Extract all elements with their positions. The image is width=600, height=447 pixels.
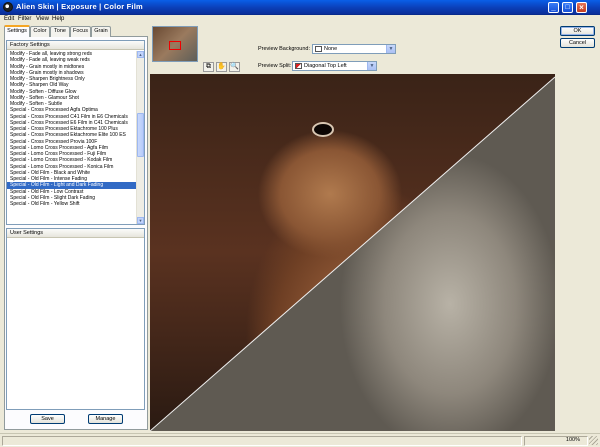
ok-button[interactable]: OK xyxy=(560,26,595,36)
menu-view[interactable]: View xyxy=(36,16,49,22)
maximize-button[interactable]: □ xyxy=(562,2,573,13)
squirrel-eye xyxy=(312,122,334,137)
split-diagonal-icon xyxy=(295,63,302,69)
minimize-button[interactable]: _ xyxy=(548,2,559,13)
preview-split-value: Diagonal Top Left xyxy=(304,63,347,69)
zoom-level: 100% xyxy=(565,437,580,443)
cancel-button[interactable]: Cancel xyxy=(560,38,595,48)
compare-tool-icon[interactable]: ⧉ xyxy=(203,62,214,72)
menu-filter[interactable]: Filter xyxy=(18,16,31,22)
scroll-up-icon[interactable]: ▲ xyxy=(137,51,144,58)
tab-grain[interactable]: Grain xyxy=(91,26,111,37)
user-settings-header: User Settings xyxy=(7,229,144,238)
preview-background-label: Preview Background: xyxy=(258,46,310,52)
tab-color[interactable]: Color xyxy=(30,26,50,37)
chevron-down-icon[interactable]: ▼ xyxy=(386,45,395,53)
close-button[interactable]: × xyxy=(576,2,587,13)
preview-split-select[interactable]: Diagonal Top Left ▼ xyxy=(292,61,377,71)
split-divider-line xyxy=(150,76,555,431)
navigator-viewport-rect[interactable] xyxy=(169,41,181,50)
tab-tone[interactable]: Tone xyxy=(50,26,70,37)
scroll-down-icon[interactable]: ▼ xyxy=(137,217,144,224)
menu-edit[interactable]: Edit xyxy=(4,16,14,22)
window-title: Alien Skin | Exposure | Color Film xyxy=(16,2,143,11)
status-cell-main xyxy=(2,436,522,446)
menu-help[interactable]: Help xyxy=(52,16,64,22)
preview-image[interactable] xyxy=(150,74,555,431)
preview-split-label: Preview Split: xyxy=(258,63,292,69)
user-settings-list[interactable]: User Settings xyxy=(6,228,145,410)
tab-focus[interactable]: Focus xyxy=(70,26,91,37)
list-item[interactable]: Special - Cross Processed C41 Film in E6… xyxy=(7,114,138,120)
factory-list-scrollbar[interactable]: ▲ ▼ xyxy=(136,51,144,224)
manage-button[interactable]: Manage xyxy=(88,414,123,424)
app-icon xyxy=(3,2,13,12)
zoom-tool-icon[interactable]: 🔍 xyxy=(229,62,240,72)
background-swatch-icon xyxy=(315,46,322,52)
menu-bar: Edit Filter View Help xyxy=(0,15,600,25)
factory-settings-list[interactable]: Factory Settings Modify - Fade all, leav… xyxy=(6,40,145,225)
scroll-thumb[interactable] xyxy=(137,113,144,157)
list-item[interactable]: Special - Cross Processed Ektachrome Eli… xyxy=(7,132,138,138)
factory-settings-header: Factory Settings xyxy=(7,41,144,50)
factory-settings-items: Modify - Fade all, leaving strong reds Mo… xyxy=(7,51,138,207)
chevron-down-icon[interactable]: ▼ xyxy=(367,62,376,70)
navigator-thumbnail[interactable] xyxy=(152,26,198,62)
resize-grip-icon[interactable] xyxy=(589,436,598,445)
status-bar: 100% xyxy=(0,433,600,447)
preview-background-value: None xyxy=(324,46,338,52)
save-button[interactable]: Save xyxy=(30,414,65,424)
title-bar: Alien Skin | Exposure | Color Film _ □ × xyxy=(0,0,600,15)
hand-tool-icon[interactable]: ✋ xyxy=(216,62,227,72)
preview-background-select[interactable]: None ▼ xyxy=(312,44,396,54)
list-item[interactable]: Special - Old Film - Yellow Shift xyxy=(7,201,138,207)
tab-settings[interactable]: Settings xyxy=(4,25,30,37)
